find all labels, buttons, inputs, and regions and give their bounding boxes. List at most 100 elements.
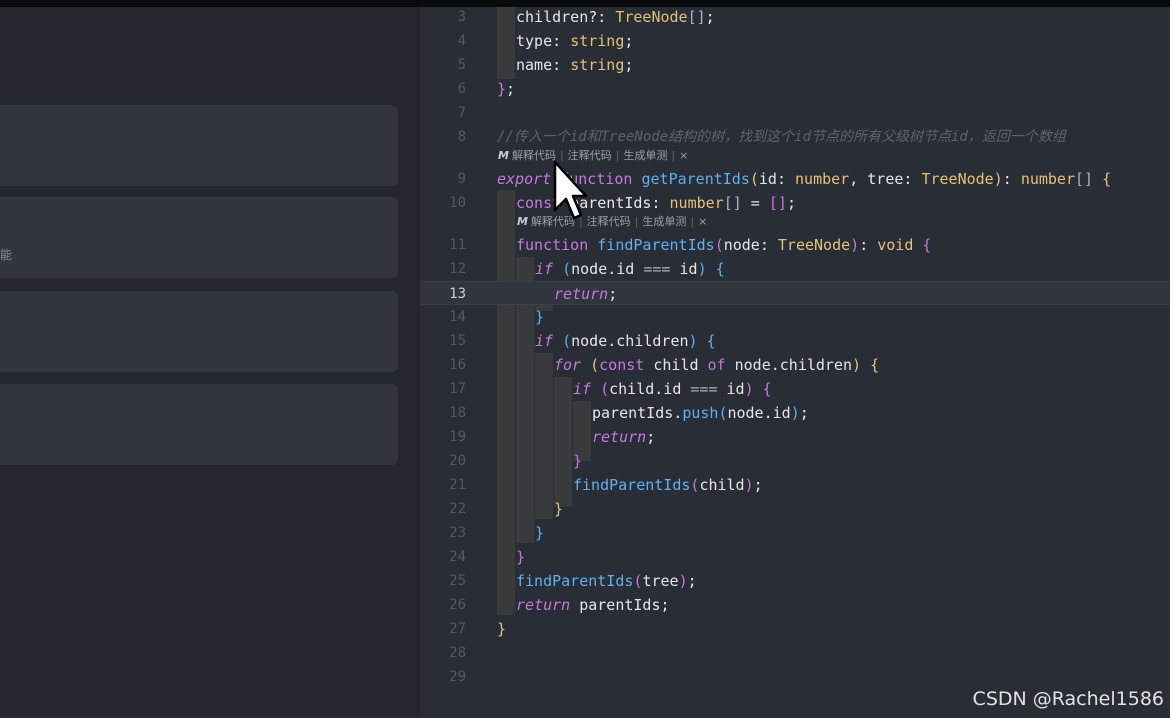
code-line[interactable]: 4 type: string; <box>420 29 1170 53</box>
line-number: 3 <box>457 9 466 25</box>
code-line[interactable]: 15 if (node.children) { <box>420 329 1170 353</box>
line-number: 26 <box>449 597 466 613</box>
code-line[interactable]: 21 findParentIds(child); <box>420 473 1170 497</box>
panel-card-3[interactable] <box>0 291 398 372</box>
code-editor[interactable]: 3 children?: TreeNode[]; 4 type: string;… <box>420 7 1170 718</box>
code-line[interactable]: 29 <box>420 665 1170 689</box>
line-number: 11 <box>449 237 466 253</box>
panel-card-4[interactable] <box>0 384 398 465</box>
left-panel: 能 <box>0 7 420 718</box>
line-number: 8 <box>457 129 466 145</box>
code-line[interactable]: 11 function findParentIds(node: TreeNode… <box>420 233 1170 257</box>
code-line[interactable]: 14 } <box>420 305 1170 329</box>
code-text: findParentIds(tree); <box>516 572 697 590</box>
code-text: } <box>573 452 583 470</box>
separator: | <box>671 149 676 162</box>
line-number: 4 <box>457 33 466 49</box>
watermark: CSDN @Rachel1586 <box>972 688 1164 710</box>
code-line[interactable]: 9 export function getParentIds(id: numbe… <box>420 167 1170 191</box>
code-line[interactable]: 12 if (node.id === id) { <box>420 257 1170 281</box>
code-lens-bar: M 解释代码 | 注释代码 | 生成单测 | × <box>498 148 688 164</box>
comment-code-link[interactable]: 注释代码 <box>587 215 631 228</box>
line-number: 12 <box>449 261 466 277</box>
code-text: } <box>554 500 564 518</box>
line-number: 20 <box>449 453 466 469</box>
line-number: 17 <box>449 381 466 397</box>
line-number: 7 <box>457 105 466 121</box>
code-text: if (node.id === id) { <box>535 260 725 278</box>
separator: | <box>634 215 639 228</box>
panel-card-2[interactable] <box>0 197 398 278</box>
separator: | <box>690 215 695 228</box>
code-line[interactable]: 3 children?: TreeNode[]; <box>420 5 1170 29</box>
code-line[interactable]: 20 } <box>420 449 1170 473</box>
code-line[interactable]: 27 } <box>420 617 1170 641</box>
code-text: }; <box>497 80 516 98</box>
line-number: 5 <box>457 57 466 73</box>
code-line[interactable]: 7 <box>420 101 1170 125</box>
code-text: return; <box>554 285 618 303</box>
code-text: export function getParentIds(id: number,… <box>497 170 1112 188</box>
line-number: 22 <box>449 501 466 517</box>
line-number: 29 <box>449 669 466 685</box>
code-text: parentIds.push(node.id); <box>592 404 809 422</box>
code-lens-logo-icon: M <box>498 149 509 162</box>
code-text: if (child.id === id) { <box>573 380 772 398</box>
code-text: type: string; <box>516 32 634 50</box>
code-text: children?: TreeNode[]; <box>516 8 715 26</box>
code-comment: //传入一个id和TreeNode结构的树，找到这个id节点的所有父级树节点id… <box>497 129 1066 145</box>
close-icon[interactable]: × <box>679 149 688 162</box>
line-number: 9 <box>457 171 466 187</box>
code-line[interactable]: 10 const parentIds: number[] = []; <box>420 191 1170 215</box>
code-line[interactable]: 6 }; <box>420 77 1170 101</box>
code-line[interactable]: 8 //传入一个id和TreeNode结构的树，找到这个id节点的所有父级树节点… <box>420 125 1170 149</box>
line-number: 27 <box>449 621 466 637</box>
line-number: 23 <box>449 525 466 541</box>
code-text: } <box>497 620 507 638</box>
line-number: 24 <box>449 549 466 565</box>
code-text: findParentIds(child); <box>573 476 763 494</box>
code-text: for (const child of node.children) { <box>554 356 880 374</box>
separator: | <box>615 149 620 162</box>
code-line-current[interactable]: 13 return; <box>420 281 1170 305</box>
code-text: } <box>516 548 526 566</box>
line-number: 6 <box>457 81 466 97</box>
line-number-active: 13 <box>449 286 466 302</box>
code-line[interactable]: 25 findParentIds(tree); <box>420 569 1170 593</box>
code-line[interactable]: 28 <box>420 641 1170 665</box>
panel-card-2-label: 能 <box>0 248 13 262</box>
line-number: 15 <box>449 333 466 349</box>
generate-unit-test-link[interactable]: 生成单测 <box>623 149 667 162</box>
code-text: function findParentIds(node: TreeNode): … <box>516 236 932 254</box>
line-number: 16 <box>449 357 466 373</box>
code-text: return parentIds; <box>516 596 670 614</box>
code-text: if (node.children) { <box>535 332 716 350</box>
code-line[interactable]: 19 return; <box>420 425 1170 449</box>
code-line[interactable]: 23 } <box>420 521 1170 545</box>
code-line[interactable]: 18 parentIds.push(node.id); <box>420 401 1170 425</box>
line-number: 21 <box>449 477 466 493</box>
line-number: 19 <box>449 429 466 445</box>
line-number: 28 <box>449 645 466 661</box>
line-number: 10 <box>449 195 466 211</box>
code-text: } <box>535 524 545 542</box>
code-line[interactable]: 24 } <box>420 545 1170 569</box>
code-line[interactable]: 26 return parentIds; <box>420 593 1170 617</box>
code-line[interactable]: 17 if (child.id === id) { <box>420 377 1170 401</box>
code-text: return; <box>592 428 656 446</box>
code-text: name: string; <box>516 56 634 74</box>
code-lens-bar: M 解释代码 | 注释代码 | 生成单测 | × <box>517 214 707 230</box>
line-number: 18 <box>449 405 466 421</box>
code-line[interactable]: 22 } <box>420 497 1170 521</box>
line-number: 14 <box>449 309 466 325</box>
code-line[interactable]: 5 name: string; <box>420 53 1170 77</box>
mouse-pointer-icon <box>553 160 587 220</box>
code-lens-logo-icon: M <box>517 215 528 228</box>
explain-code-link[interactable]: 解释代码 <box>512 149 556 162</box>
close-icon[interactable]: × <box>698 215 707 228</box>
generate-unit-test-link[interactable]: 生成单测 <box>642 215 686 228</box>
panel-card-1[interactable] <box>0 105 398 186</box>
code-text: } <box>535 308 545 326</box>
line-number: 25 <box>449 573 466 589</box>
code-line[interactable]: 16 for (const child of node.children) { <box>420 353 1170 377</box>
